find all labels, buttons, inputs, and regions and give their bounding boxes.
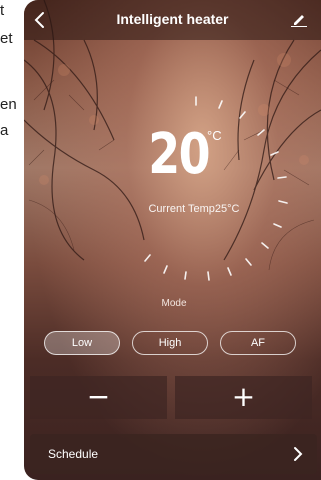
mode-low-button[interactable]: Low <box>44 331 120 355</box>
chevron-right-icon <box>294 447 303 461</box>
page-title: Intelligent heater <box>116 11 229 27</box>
decrease-temperature-button[interactable]: − <box>30 376 167 419</box>
schedule-label: Schedule <box>48 447 99 461</box>
temperature-unit: °C <box>207 128 222 143</box>
mode-af-button[interactable]: AF <box>220 331 296 355</box>
heater-control-screen: Intelligent heater 20 °C Current Temp25°… <box>24 0 321 480</box>
partial-text-line: t <box>0 2 5 19</box>
partial-text-line: et <box>0 30 13 47</box>
pencil-icon[interactable] <box>291 13 307 27</box>
partial-text-line: a <box>0 122 9 139</box>
current-temperature: Current Temp25°C <box>148 203 240 215</box>
set-temperature: 20 <box>148 122 210 187</box>
schedule-row[interactable]: Schedule <box>30 434 317 474</box>
partial-text-line: en <box>0 96 17 113</box>
plus-icon: + <box>231 380 256 413</box>
increase-temperature-button[interactable]: + <box>175 376 312 419</box>
chevron-left-icon[interactable] <box>30 9 50 31</box>
mode-high-button[interactable]: High <box>132 331 208 355</box>
minus-icon: − <box>86 380 111 413</box>
top-bar: Intelligent heater <box>24 0 321 40</box>
mode-label: Mode <box>161 298 187 309</box>
